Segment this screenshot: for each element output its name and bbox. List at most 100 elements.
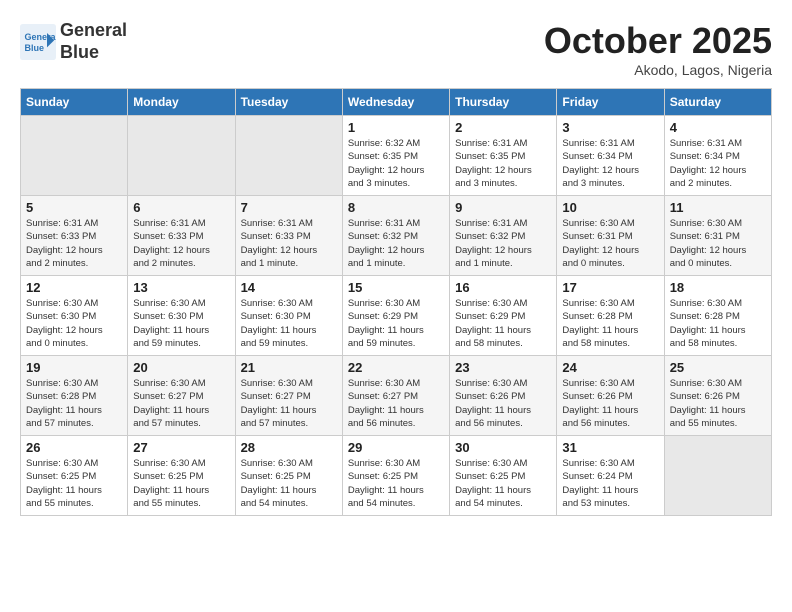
- day-info: Sunrise: 6:30 AM Sunset: 6:25 PM Dayligh…: [455, 457, 551, 510]
- day-number: 28: [241, 440, 337, 455]
- day-info: Sunrise: 6:30 AM Sunset: 6:30 PM Dayligh…: [133, 297, 229, 350]
- calendar-cell: 19 Sunrise: 6:30 AM Sunset: 6:28 PM Dayli…: [21, 356, 128, 436]
- day-info: Sunrise: 6:31 AM Sunset: 6:33 PM Dayligh…: [26, 217, 122, 270]
- weekday-header: Wednesday: [342, 89, 449, 116]
- calendar-cell: 4 Sunrise: 6:31 AM Sunset: 6:34 PM Daylig…: [664, 116, 771, 196]
- calendar-cell: 1 Sunrise: 6:32 AM Sunset: 6:35 PM Daylig…: [342, 116, 449, 196]
- day-info: Sunrise: 6:30 AM Sunset: 6:27 PM Dayligh…: [348, 377, 444, 430]
- calendar-cell: 7 Sunrise: 6:31 AM Sunset: 6:33 PM Daylig…: [235, 196, 342, 276]
- logo-line1: General: [60, 20, 127, 42]
- day-number: 19: [26, 360, 122, 375]
- calendar-cell: 8 Sunrise: 6:31 AM Sunset: 6:32 PM Daylig…: [342, 196, 449, 276]
- calendar-cell: 5 Sunrise: 6:31 AM Sunset: 6:33 PM Daylig…: [21, 196, 128, 276]
- day-number: 2: [455, 120, 551, 135]
- day-info: Sunrise: 6:32 AM Sunset: 6:35 PM Dayligh…: [348, 137, 444, 190]
- calendar-cell: 28 Sunrise: 6:30 AM Sunset: 6:25 PM Dayli…: [235, 436, 342, 516]
- calendar-cell: [21, 116, 128, 196]
- logo-text: General Blue: [60, 20, 127, 63]
- day-info: Sunrise: 6:30 AM Sunset: 6:28 PM Dayligh…: [562, 297, 658, 350]
- day-number: 8: [348, 200, 444, 215]
- logo-line2: Blue: [60, 42, 127, 64]
- weekday-header: Sunday: [21, 89, 128, 116]
- day-number: 26: [26, 440, 122, 455]
- day-info: Sunrise: 6:30 AM Sunset: 6:28 PM Dayligh…: [26, 377, 122, 430]
- day-info: Sunrise: 6:30 AM Sunset: 6:26 PM Dayligh…: [455, 377, 551, 430]
- calendar-cell: 10Sunrise: 6:30 AM Sunset: 6:31 PM Dayli…: [557, 196, 664, 276]
- day-info: Sunrise: 6:30 AM Sunset: 6:27 PM Dayligh…: [133, 377, 229, 430]
- day-number: 14: [241, 280, 337, 295]
- day-number: 29: [348, 440, 444, 455]
- location-subtitle: Akodo, Lagos, Nigeria: [544, 62, 772, 78]
- day-number: 17: [562, 280, 658, 295]
- calendar-cell: 26 Sunrise: 6:30 AM Sunset: 6:25 PM Dayli…: [21, 436, 128, 516]
- day-info: Sunrise: 6:31 AM Sunset: 6:32 PM Dayligh…: [455, 217, 551, 270]
- day-number: 30: [455, 440, 551, 455]
- day-info: Sunrise: 6:31 AM Sunset: 6:32 PM Dayligh…: [348, 217, 444, 270]
- calendar-cell: 20 Sunrise: 6:30 AM Sunset: 6:27 PM Dayli…: [128, 356, 235, 436]
- calendar-cell: 16 Sunrise: 6:30 AM Sunset: 6:29 PM Dayli…: [450, 276, 557, 356]
- calendar-cell: 18 Sunrise: 6:30 AM Sunset: 6:28 PM Dayli…: [664, 276, 771, 356]
- day-number: 18: [670, 280, 766, 295]
- day-info: Sunrise: 6:30 AM Sunset: 6:25 PM Dayligh…: [241, 457, 337, 510]
- calendar-cell: [664, 436, 771, 516]
- day-info: Sunrise: 6:30 AM Sunset: 6:26 PM Dayligh…: [670, 377, 766, 430]
- day-number: 24: [562, 360, 658, 375]
- page-header: General Blue General Blue October 2025 A…: [20, 20, 772, 78]
- day-info: Sunrise: 6:30 AM Sunset: 6:24 PM Dayligh…: [562, 457, 658, 510]
- calendar-cell: 23Sunrise: 6:30 AM Sunset: 6:26 PM Dayli…: [450, 356, 557, 436]
- day-info: Sunrise: 6:30 AM Sunset: 6:31 PM Dayligh…: [670, 217, 766, 270]
- day-number: 13: [133, 280, 229, 295]
- calendar-cell: 13 Sunrise: 6:30 AM Sunset: 6:30 PM Dayli…: [128, 276, 235, 356]
- calendar-cell: [235, 116, 342, 196]
- day-number: 25: [670, 360, 766, 375]
- day-info: Sunrise: 6:30 AM Sunset: 6:29 PM Dayligh…: [348, 297, 444, 350]
- day-number: 7: [241, 200, 337, 215]
- weekday-header: Monday: [128, 89, 235, 116]
- day-number: 6: [133, 200, 229, 215]
- calendar-table: SundayMondayTuesdayWednesdayThursdayFrid…: [20, 88, 772, 516]
- day-number: 9: [455, 200, 551, 215]
- day-info: Sunrise: 6:30 AM Sunset: 6:28 PM Dayligh…: [670, 297, 766, 350]
- day-info: Sunrise: 6:30 AM Sunset: 6:30 PM Dayligh…: [26, 297, 122, 350]
- calendar-cell: 12 Sunrise: 6:30 AM Sunset: 6:30 PM Dayli…: [21, 276, 128, 356]
- day-number: 4: [670, 120, 766, 135]
- calendar-cell: [128, 116, 235, 196]
- day-number: 5: [26, 200, 122, 215]
- weekday-header: Saturday: [664, 89, 771, 116]
- day-info: Sunrise: 6:31 AM Sunset: 6:33 PM Dayligh…: [241, 217, 337, 270]
- day-info: Sunrise: 6:30 AM Sunset: 6:29 PM Dayligh…: [455, 297, 551, 350]
- day-number: 12: [26, 280, 122, 295]
- day-number: 1: [348, 120, 444, 135]
- day-info: Sunrise: 6:31 AM Sunset: 6:35 PM Dayligh…: [455, 137, 551, 190]
- day-number: 10: [562, 200, 658, 215]
- day-info: Sunrise: 6:30 AM Sunset: 6:25 PM Dayligh…: [26, 457, 122, 510]
- calendar-cell: 9 Sunrise: 6:31 AM Sunset: 6:32 PM Daylig…: [450, 196, 557, 276]
- weekday-header: Thursday: [450, 89, 557, 116]
- day-number: 16: [455, 280, 551, 295]
- day-number: 27: [133, 440, 229, 455]
- day-info: Sunrise: 6:30 AM Sunset: 6:30 PM Dayligh…: [241, 297, 337, 350]
- calendar-cell: 30 Sunrise: 6:30 AM Sunset: 6:25 PM Dayli…: [450, 436, 557, 516]
- calendar-cell: 2 Sunrise: 6:31 AM Sunset: 6:35 PM Daylig…: [450, 116, 557, 196]
- logo: General Blue General Blue: [20, 20, 127, 63]
- calendar-cell: 17 Sunrise: 6:30 AM Sunset: 6:28 PM Dayli…: [557, 276, 664, 356]
- day-info: Sunrise: 6:30 AM Sunset: 6:26 PM Dayligh…: [562, 377, 658, 430]
- day-info: Sunrise: 6:31 AM Sunset: 6:33 PM Dayligh…: [133, 217, 229, 270]
- weekday-header: Friday: [557, 89, 664, 116]
- calendar-cell: 31 Sunrise: 6:30 AM Sunset: 6:24 PM Dayli…: [557, 436, 664, 516]
- day-number: 20: [133, 360, 229, 375]
- calendar-cell: 3Sunrise: 6:31 AM Sunset: 6:34 PM Daylig…: [557, 116, 664, 196]
- day-number: 11: [670, 200, 766, 215]
- day-number: 31: [562, 440, 658, 455]
- weekday-header: Tuesday: [235, 89, 342, 116]
- logo-icon: General Blue: [20, 24, 56, 60]
- calendar-cell: 25 Sunrise: 6:30 AM Sunset: 6:26 PM Dayli…: [664, 356, 771, 436]
- month-title: October 2025: [544, 20, 772, 62]
- day-info: Sunrise: 6:31 AM Sunset: 6:34 PM Dayligh…: [670, 137, 766, 190]
- day-info: Sunrise: 6:30 AM Sunset: 6:25 PM Dayligh…: [348, 457, 444, 510]
- day-info: Sunrise: 6:30 AM Sunset: 6:25 PM Dayligh…: [133, 457, 229, 510]
- calendar-cell: 24 Sunrise: 6:30 AM Sunset: 6:26 PM Dayli…: [557, 356, 664, 436]
- day-info: Sunrise: 6:31 AM Sunset: 6:34 PM Dayligh…: [562, 137, 658, 190]
- calendar-cell: 6 Sunrise: 6:31 AM Sunset: 6:33 PM Daylig…: [128, 196, 235, 276]
- title-block: October 2025 Akodo, Lagos, Nigeria: [544, 20, 772, 78]
